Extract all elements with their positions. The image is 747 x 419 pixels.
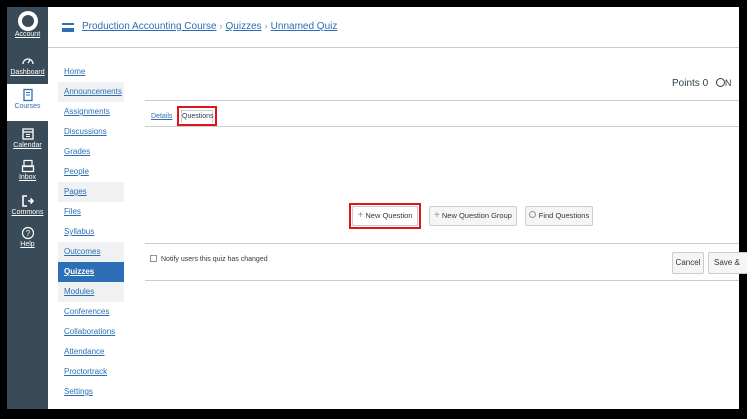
breadcrumb-current-quiz[interactable]: Unnamed Quiz	[271, 21, 338, 32]
frame-border	[0, 0, 7, 419]
new-question-button[interactable]: + New Question	[352, 206, 418, 226]
divider	[145, 100, 739, 101]
course-nav-quizzes[interactable]: Quizzes	[58, 262, 124, 282]
course-nav-files[interactable]: Files	[58, 202, 124, 222]
commons-icon	[21, 195, 34, 207]
global-nav-inbox-label: Inbox	[18, 174, 37, 181]
course-nav-home[interactable]: Home	[58, 62, 124, 82]
course-nav-attendance[interactable]: Attendance	[58, 342, 124, 362]
notify-checkbox[interactable]	[150, 255, 157, 262]
breadcrumb-course[interactable]: Production Accounting Course	[82, 21, 217, 32]
calendar-icon	[21, 128, 34, 140]
global-nav-inbox[interactable]: Inbox	[7, 159, 48, 182]
course-nav-outcomes[interactable]: Outcomes	[58, 242, 124, 262]
quiz-points: Points 0 N	[672, 78, 731, 89]
new-question-group-label: New Question Group	[441, 211, 512, 220]
plus-icon: +	[357, 210, 364, 221]
frame-border	[0, 409, 747, 419]
divider	[145, 243, 739, 244]
courses-icon	[22, 88, 33, 102]
new-question-group-button[interactable]: + New Question Group	[429, 206, 517, 226]
breadcrumb-separator: ›	[219, 21, 223, 31]
global-nav-help[interactable]: ? Help	[7, 226, 48, 249]
breadcrumb-separator: ›	[264, 21, 268, 31]
course-nav-people[interactable]: People	[58, 162, 124, 182]
page-header: Production Accounting Course › Quizzes › Unn…	[48, 7, 739, 48]
plus-icon: +	[434, 210, 440, 221]
course-nav-collaborations[interactable]: Collaborations	[58, 322, 124, 342]
course-nav-settings[interactable]: Settings	[58, 382, 124, 402]
global-nav-account-label: Account	[14, 31, 41, 38]
course-nav-conferences[interactable]: Conferences	[58, 302, 124, 322]
tab-questions[interactable]: Questions	[177, 106, 217, 126]
global-nav-courses-label: Courses	[14, 103, 41, 110]
avatar	[17, 11, 38, 31]
new-question-label: New Question	[365, 211, 413, 220]
tabs-divider	[145, 126, 739, 127]
find-questions-label: Find Questions	[538, 211, 590, 220]
cancel-button[interactable]: Cancel	[672, 252, 704, 274]
frame-border	[0, 0, 747, 7]
search-icon	[528, 211, 536, 218]
global-nav-dashboard[interactable]: Dashboard	[7, 54, 48, 77]
divider	[145, 280, 739, 281]
course-nav: Home Announcements Assignments Discussio…	[58, 62, 124, 402]
points-value: 0	[702, 78, 709, 89]
frame-border	[739, 0, 747, 419]
global-nav-courses[interactable]: Courses	[7, 84, 48, 121]
course-nav-modules[interactable]: Modules	[58, 282, 124, 302]
course-nav-grades[interactable]: Grades	[58, 142, 124, 162]
breadcrumb: Production Accounting Course › Quizzes › Unn…	[82, 21, 337, 32]
dashboard-icon	[21, 58, 34, 65]
global-nav-account[interactable]: Account	[7, 11, 48, 39]
clock-icon	[715, 78, 725, 87]
course-nav-assignments[interactable]: Assignments	[58, 102, 124, 122]
breadcrumb-quizzes[interactable]: Quizzes	[226, 21, 262, 32]
course-nav-pages[interactable]: Pages	[58, 182, 124, 202]
notify-users-option[interactable]: Notify users this quiz has changed	[150, 255, 268, 263]
global-nav-commons-label: Commons	[11, 209, 44, 216]
course-nav-discussions[interactable]: Discussions	[58, 122, 124, 142]
tab-questions-label: Questions	[181, 110, 214, 123]
svg-text:?: ?	[25, 229, 30, 238]
points-label: Points	[672, 78, 700, 89]
course-nav-announcements[interactable]: Announcements	[58, 82, 124, 102]
global-nav: Account Dashboard Courses Calendar Inbox	[7, 7, 48, 409]
save-button[interactable]: Save &	[708, 252, 747, 274]
tab-details[interactable]: Details	[151, 113, 172, 120]
global-nav-calendar-label: Calendar	[13, 142, 42, 149]
course-nav-proctortrack[interactable]: Proctortrack	[58, 362, 124, 382]
global-nav-dashboard-label: Dashboard	[10, 69, 45, 76]
notify-label: Notify users this quiz has changed	[161, 256, 268, 263]
inbox-icon	[21, 159, 34, 173]
points-trailing-text: N	[724, 78, 732, 88]
global-nav-help-label: Help	[20, 241, 35, 248]
find-questions-button[interactable]: Find Questions	[525, 206, 593, 226]
help-icon: ?	[21, 226, 34, 240]
course-nav-syllabus[interactable]: Syllabus	[58, 222, 124, 242]
global-nav-commons[interactable]: Commons	[7, 194, 48, 217]
hamburger-menu-icon[interactable]	[62, 23, 74, 32]
global-nav-calendar[interactable]: Calendar	[7, 127, 48, 150]
